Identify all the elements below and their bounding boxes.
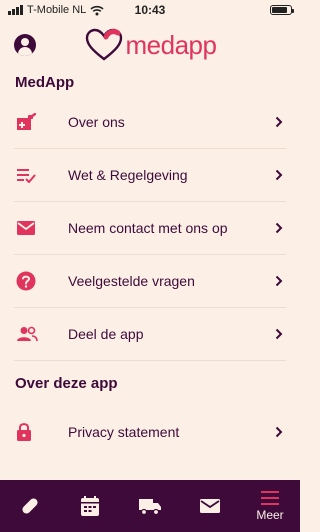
menu-item-label: Neem contact met ons op xyxy=(68,220,228,236)
section-title-over-deze-app: Over deze app xyxy=(15,375,118,392)
menu-item-label: Over ons xyxy=(68,114,125,130)
medical-kit-icon xyxy=(17,113,36,130)
bottom-tab-bar: Meer xyxy=(0,480,300,532)
chevron-right-icon xyxy=(275,169,283,181)
carrier-label: T-Mobile NL xyxy=(27,4,87,16)
app-logo: medapp xyxy=(84,28,217,62)
menu-content: MedApp Over ons Wet & Regelgeving Neem c… xyxy=(0,70,300,480)
calendar-icon xyxy=(81,496,99,516)
app-header: medapp xyxy=(0,20,300,70)
menu-item-label: Privacy statement xyxy=(68,423,180,440)
tab-calendar[interactable] xyxy=(60,480,120,532)
tab-more-label: Meer xyxy=(256,508,284,522)
wifi-icon xyxy=(90,5,104,15)
menu-item-faq[interactable]: Veelgestelde vragen xyxy=(14,255,286,308)
status-bar: T-Mobile NL 10:43 xyxy=(0,0,300,20)
chevron-right-icon xyxy=(275,328,283,340)
chevron-right-icon xyxy=(275,426,283,437)
menu-item-over-ons[interactable]: Over ons xyxy=(14,96,286,149)
lock-icon xyxy=(17,422,31,441)
signal-icon xyxy=(8,5,23,15)
battery-icon xyxy=(270,5,294,15)
menu-icon xyxy=(261,491,279,505)
status-left: T-Mobile NL xyxy=(8,4,104,16)
menu-item-contact[interactable]: Neem contact met ons op xyxy=(14,202,286,255)
menu-item-label: Deel de app xyxy=(68,326,144,342)
tab-more[interactable]: Meer xyxy=(240,480,300,532)
section-title-medapp: MedApp xyxy=(15,74,75,91)
menu-item-label: Wet & Regelgeving xyxy=(68,167,188,183)
tab-medication[interactable] xyxy=(0,480,60,532)
menu-item-deel-de-app[interactable]: Deel de app xyxy=(14,308,286,361)
tab-messages[interactable] xyxy=(180,480,240,532)
chevron-right-icon xyxy=(275,116,283,128)
pill-icon xyxy=(22,498,38,514)
question-icon xyxy=(16,271,36,291)
mail-icon xyxy=(200,499,220,513)
menu-item-label: Veelgestelde vragen xyxy=(68,273,195,289)
profile-icon xyxy=(21,38,29,46)
menu-item-wet-regelgeving[interactable]: Wet & Regelgeving xyxy=(14,149,286,202)
logo-text: medapp xyxy=(125,29,217,60)
truck-icon xyxy=(139,499,161,515)
profile-button[interactable] xyxy=(14,34,36,56)
chevron-right-icon xyxy=(275,275,283,287)
mail-icon xyxy=(17,221,35,235)
tab-delivery[interactable] xyxy=(120,480,180,532)
logo-heart-icon xyxy=(85,28,122,61)
menu-item-privacy[interactable]: Privacy statement xyxy=(14,405,286,458)
checklist-icon xyxy=(17,169,36,183)
chevron-right-icon xyxy=(275,222,283,234)
people-icon xyxy=(17,326,38,342)
